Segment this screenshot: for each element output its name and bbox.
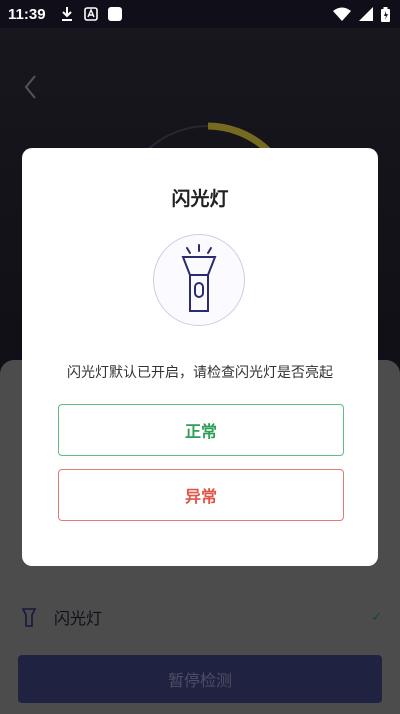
text-icon	[83, 7, 98, 21]
status-time: 11:39	[8, 5, 46, 23]
normal-button[interactable]: 正常	[58, 404, 344, 456]
square-icon	[107, 7, 122, 21]
status-bar: 11:39	[0, 0, 400, 28]
abnormal-button[interactable]: 异常	[58, 469, 344, 521]
signal-icon	[359, 7, 373, 21]
download-icon	[61, 7, 72, 21]
battery-icon	[381, 6, 390, 22]
dialog-title: 闪光灯	[171, 188, 229, 210]
flashlight-icon-badge	[153, 234, 245, 326]
wifi-icon	[333, 7, 351, 21]
dialog-message: 闪光灯默认已开启，请检查闪光灯是否亮起	[67, 365, 333, 381]
flashlight-dialog: 闪光灯 闪光灯默认已开启，请检查闪光灯是否亮起 正常 异常	[22, 148, 378, 566]
flashlight-icon	[181, 244, 217, 312]
